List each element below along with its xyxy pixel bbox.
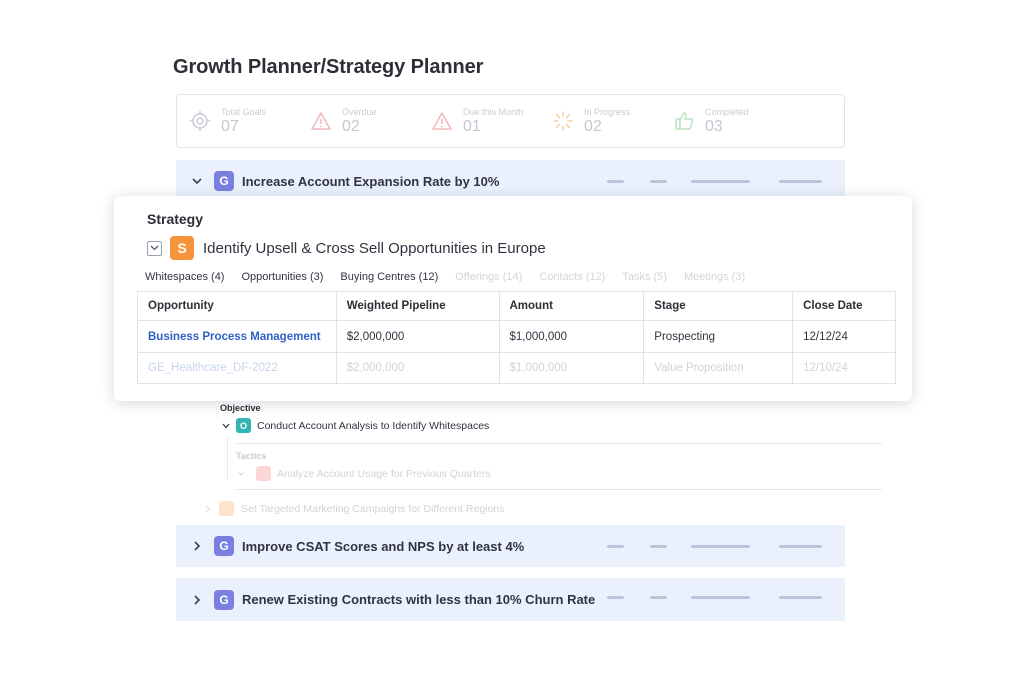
table-cell: $2,000,000 bbox=[335, 320, 500, 353]
tab-offerings[interactable]: Offerings (14) bbox=[455, 271, 522, 283]
placeholder-dash bbox=[650, 596, 667, 599]
stat-label: Due this Month bbox=[463, 107, 524, 117]
stat-due-this-month[interactable]: Due this Month 01 bbox=[431, 106, 552, 136]
chevron-right-icon[interactable] bbox=[188, 541, 206, 551]
warning-icon bbox=[431, 110, 453, 132]
objective-title: Set Targeted Marketing Campaigns for Dif… bbox=[241, 502, 505, 515]
column-header[interactable]: Stage bbox=[643, 291, 794, 321]
table-row[interactable]: Business Process Management $2,000,000 $… bbox=[137, 320, 896, 353]
goal-title: Renew Existing Contracts with less than … bbox=[242, 592, 596, 607]
column-header[interactable]: Amount bbox=[498, 291, 645, 321]
goal-row[interactable]: G Improve CSAT Scores and NPS by at leas… bbox=[176, 525, 845, 567]
placeholder-dash bbox=[607, 596, 624, 599]
placeholder-dash bbox=[650, 180, 667, 183]
placeholder-dash bbox=[691, 596, 750, 599]
goal-badge: G bbox=[214, 171, 234, 191]
opportunities-table: Opportunity Weighted Pipeline Amount Sta… bbox=[137, 291, 896, 384]
divider bbox=[236, 489, 882, 490]
placeholder-dash bbox=[607, 180, 624, 183]
placeholder-dash bbox=[691, 545, 750, 548]
chevron-down-icon[interactable] bbox=[147, 240, 162, 256]
tab-opportunities[interactable]: Opportunities (3) bbox=[241, 271, 323, 283]
stat-label: Overdue bbox=[342, 107, 377, 117]
goal-row[interactable]: G Renew Existing Contracts with less tha… bbox=[176, 578, 845, 621]
page-title: Growth Planner/Strategy Planner bbox=[173, 56, 484, 78]
chevron-right-icon[interactable] bbox=[188, 594, 206, 605]
tactic-row[interactable]: Analyze Account Usage for Previous Quart… bbox=[238, 466, 491, 481]
table-cell: 12/10/24 bbox=[792, 352, 896, 384]
stat-value: 01 bbox=[463, 118, 481, 135]
chevron-right-icon[interactable] bbox=[205, 505, 211, 513]
table-cell: $1,000,000 bbox=[498, 352, 645, 384]
column-header[interactable]: Opportunity bbox=[137, 291, 337, 321]
table-row[interactable]: GE_Healthcare_DF-2022 $2,000,000 $1,000,… bbox=[137, 352, 896, 384]
placeholder-dash bbox=[779, 545, 822, 548]
table-cell: Value Proposition bbox=[643, 352, 794, 384]
objective-row[interactable]: Set Targeted Marketing Campaigns for Dif… bbox=[205, 501, 504, 516]
target-icon bbox=[189, 110, 211, 132]
table-cell: Prospecting bbox=[643, 320, 794, 353]
column-header[interactable]: Weighted Pipeline bbox=[335, 291, 500, 321]
tab-contacts[interactable]: Contacts (12) bbox=[539, 271, 605, 283]
chevron-down-icon[interactable] bbox=[238, 471, 244, 477]
strategy-title: Identify Upsell & Cross Sell Opportuniti… bbox=[203, 239, 546, 257]
strategy-heading: Strategy bbox=[147, 211, 204, 227]
placeholder-dash bbox=[650, 545, 667, 548]
strategy-card: Strategy S Identify Upsell & Cross Sell … bbox=[114, 196, 912, 401]
goal-badge: G bbox=[214, 536, 234, 556]
objective-badge: O bbox=[236, 418, 251, 433]
column-header[interactable]: Close Date bbox=[792, 291, 896, 321]
stat-completed[interactable]: Completed 03 bbox=[673, 106, 794, 136]
goal-badge: G bbox=[214, 589, 234, 610]
tab-whitespaces[interactable]: Whitespaces (4) bbox=[145, 271, 224, 283]
goal-title: Improve CSAT Scores and NPS by at least … bbox=[242, 538, 525, 554]
stats-summary-bar: Total Goals 07 Overdue 02 Due this Month… bbox=[176, 94, 845, 148]
stat-value: 02 bbox=[584, 118, 602, 135]
table-cell: 12/12/24 bbox=[792, 320, 896, 353]
placeholder-dash bbox=[779, 180, 822, 183]
opportunity-link[interactable]: GE_Healthcare_DF-2022 bbox=[137, 352, 337, 384]
tactic-badge bbox=[256, 466, 271, 481]
objective-label: Objective bbox=[220, 403, 261, 413]
tactic-title: Analyze Account Usage for Previous Quart… bbox=[277, 467, 491, 480]
chevron-down-icon[interactable] bbox=[188, 177, 206, 185]
thumbs-up-icon bbox=[673, 110, 695, 132]
tactics-label: Tactics bbox=[236, 451, 267, 461]
table-cell: $2,000,000 bbox=[335, 352, 500, 384]
tree-line bbox=[227, 436, 228, 480]
chevron-down-icon[interactable] bbox=[221, 423, 231, 429]
stat-label: Completed bbox=[705, 107, 749, 117]
stat-value: 02 bbox=[342, 118, 360, 135]
objective-badge bbox=[219, 501, 234, 516]
stat-value: 03 bbox=[705, 118, 723, 135]
stat-overdue[interactable]: Overdue 02 bbox=[310, 106, 431, 136]
placeholder-dash bbox=[607, 545, 624, 548]
warning-icon bbox=[310, 110, 332, 132]
divider bbox=[236, 443, 882, 444]
placeholder-dash bbox=[691, 180, 750, 183]
strategy-tabs: Whitespaces (4) Opportunities (3) Buying… bbox=[145, 271, 762, 283]
objective-row[interactable]: O Conduct Account Analysis to Identify W… bbox=[221, 418, 489, 433]
tab-buying-centres[interactable]: Buying Centres (12) bbox=[340, 271, 438, 283]
strategy-badge: S bbox=[170, 236, 194, 260]
goal-title: Increase Account Expansion Rate by 10% bbox=[242, 173, 500, 189]
stat-value: 07 bbox=[221, 118, 239, 135]
objective-title: Conduct Account Analysis to Identify Whi… bbox=[257, 419, 490, 432]
tab-meetings[interactable]: Meetings (3) bbox=[684, 271, 745, 283]
stat-total-goals[interactable]: Total Goals 07 bbox=[189, 106, 310, 136]
tab-tasks[interactable]: Tasks (5) bbox=[622, 271, 667, 283]
strategy-row[interactable]: S Identify Upsell & Cross Sell Opportuni… bbox=[147, 236, 546, 260]
placeholder-dash bbox=[779, 596, 822, 599]
stat-label: Total Goals bbox=[221, 107, 267, 117]
stat-label: In Progress bbox=[584, 107, 631, 117]
opportunity-link[interactable]: Business Process Management bbox=[137, 320, 337, 353]
table-cell: $1,000,000 bbox=[498, 320, 645, 353]
table-header-row: Opportunity Weighted Pipeline Amount Sta… bbox=[137, 291, 896, 321]
stat-in-progress[interactable]: In Progress 02 bbox=[552, 106, 673, 136]
spinner-icon bbox=[552, 110, 574, 132]
